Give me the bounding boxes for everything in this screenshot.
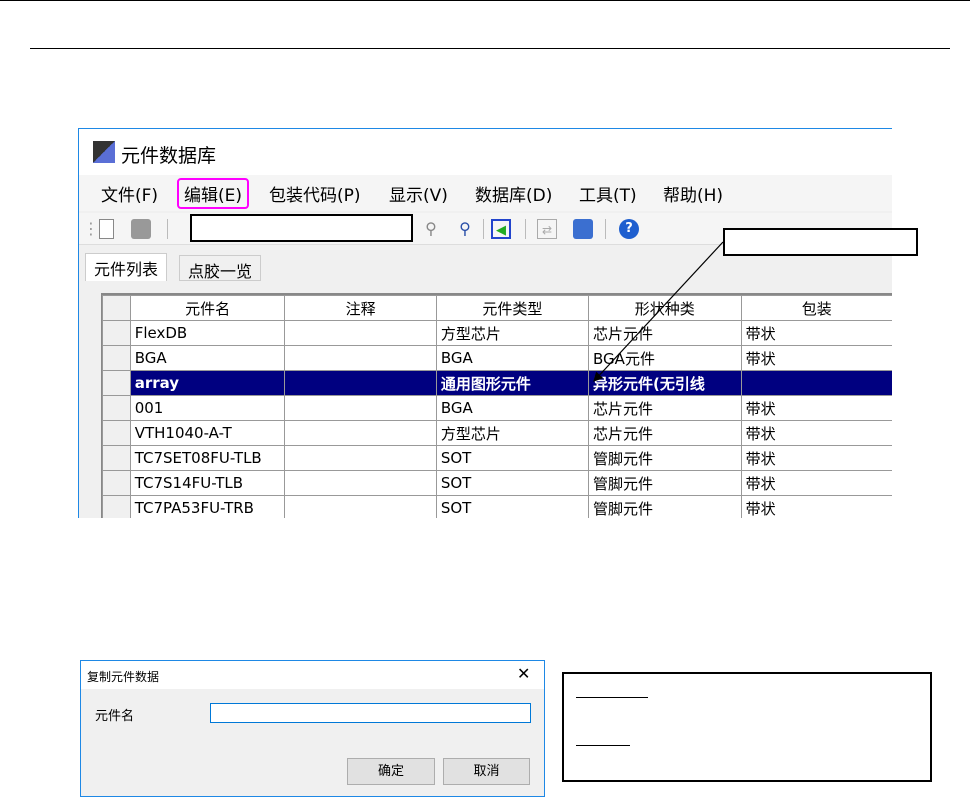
copy-component-dialog: 复制元件数据 ✕ 元件名 确定 取消	[80, 660, 545, 797]
note-box	[562, 672, 932, 782]
dialog-title: 复制元件数据	[87, 670, 160, 684]
component-name-input[interactable]	[210, 703, 531, 723]
ok-button[interactable]: 确定	[347, 758, 435, 785]
close-icon[interactable]: ✕	[517, 664, 530, 683]
cancel-button[interactable]: 取消	[443, 758, 530, 785]
component-name-label: 元件名	[95, 709, 135, 724]
